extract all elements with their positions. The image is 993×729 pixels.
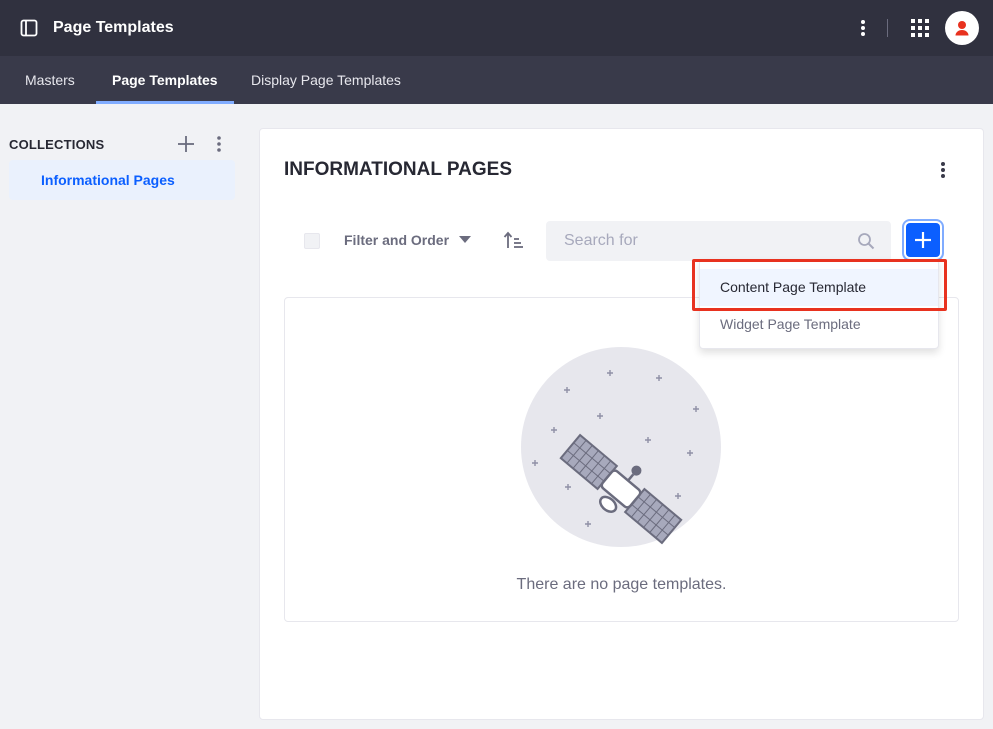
menu-item-widget-page-template[interactable]: Widget Page Template: [700, 306, 938, 343]
filter-and-order-dropdown[interactable]: Filter and Order: [344, 232, 449, 248]
plus-icon: [915, 232, 931, 248]
sidebar-item-label: Informational Pages: [41, 172, 175, 188]
search-input[interactable]: [547, 222, 847, 260]
add-template-dropdown-menu: Content Page Template Widget Page Templa…: [699, 259, 939, 349]
top-header: Page Templates: [0, 0, 993, 56]
collections-heading: COLLECTIONS: [9, 137, 105, 152]
apps-grid-icon[interactable]: [910, 18, 930, 38]
empty-state-message: There are no page templates.: [516, 576, 727, 593]
user-avatar-icon: [955, 21, 969, 36]
caret-down-icon[interactable]: [459, 236, 471, 244]
add-page-template-button[interactable]: [906, 223, 940, 257]
satellite-illustration: [521, 347, 721, 547]
menu-item-label: Widget Page Template: [720, 316, 861, 332]
ellipsis-v-icon[interactable]: [210, 135, 228, 153]
navigation-bar: Masters Page Templates Display Page Temp…: [0, 56, 993, 104]
select-all-checkbox[interactable]: [304, 233, 320, 249]
ellipsis-v-icon[interactable]: [853, 18, 873, 38]
sort-order-icon[interactable]: [503, 230, 525, 250]
tab-masters[interactable]: Masters: [25, 56, 75, 104]
tab-page-templates[interactable]: Page Templates: [96, 56, 234, 104]
tab-display-page-templates[interactable]: Display Page Templates: [251, 56, 401, 104]
page-title: Page Templates: [53, 19, 174, 36]
sidebar-item-informational-pages[interactable]: Informational Pages: [9, 160, 235, 200]
search-bar: [546, 221, 891, 261]
product-menu-icon[interactable]: [20, 19, 38, 37]
menu-item-label: Content Page Template: [720, 279, 867, 295]
menu-item-content-page-template[interactable]: Content Page Template: [700, 269, 938, 306]
user-avatar[interactable]: [945, 11, 979, 45]
ellipsis-v-icon[interactable]: [933, 160, 953, 180]
search-icon[interactable]: [857, 232, 875, 250]
plus-icon[interactable]: [177, 135, 195, 153]
collection-heading: INFORMATIONAL PAGES: [284, 159, 512, 180]
header-divider: [887, 19, 888, 37]
